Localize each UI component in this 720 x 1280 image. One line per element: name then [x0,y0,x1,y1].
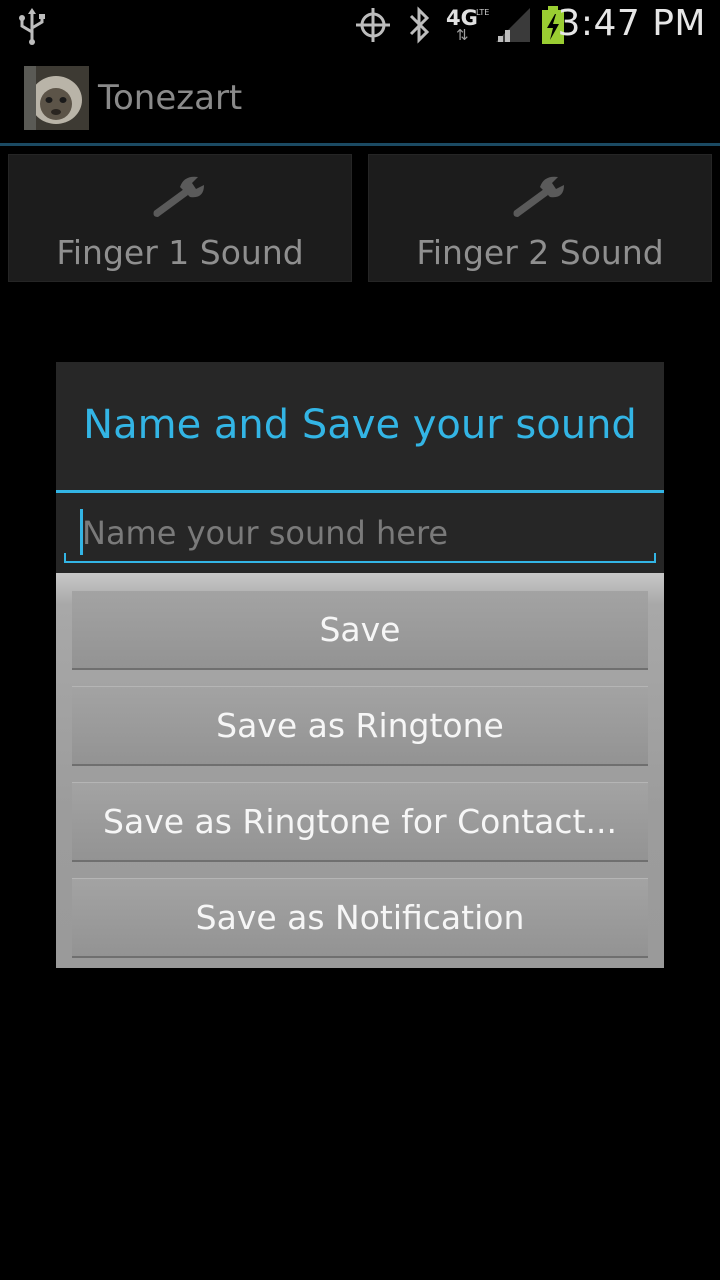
save-button[interactable]: Save [72,590,648,670]
save-as-ringtone-button[interactable]: Save as Ringtone [72,686,648,766]
input-underline-right-tick [654,553,656,563]
dialog-header: Name and Save your sound [56,362,664,490]
wrench-icon [513,176,564,217]
wrench-icon [153,176,204,217]
status-bar: 4G LTE ⇅ 3:47 PM [0,0,720,50]
action-bar-divider [0,143,720,146]
dialog-button-panel: Save Save as Ringtone Save as Ringtone f… [56,573,664,968]
save-as-notification-button[interactable]: Save as Notification [72,878,648,958]
sound-name-input[interactable] [64,503,656,563]
finger-2-sound-label: Finger 2 Sound [416,233,664,272]
data-arrows-icon: ⇅ [456,26,469,44]
network-4g-icon: 4G LTE ⇅ [446,6,492,46]
bluetooth-icon [409,6,430,44]
text-cursor [80,509,83,555]
dialog-input-area [56,493,664,573]
signal-icon [496,8,530,42]
app-title: Tonezart [98,78,243,118]
network-sub-label: LTE [476,8,490,17]
input-underline [64,561,656,563]
finger-2-sound-button[interactable]: Finger 2 Sound [368,154,712,282]
gps-icon [356,8,390,42]
monkey-avatar-icon [24,66,89,130]
app-icon[interactable] [24,66,89,130]
save-as-ringtone-for-contact-button[interactable]: Save as Ringtone for Contact... [72,782,648,862]
input-underline-left-tick [64,553,66,563]
usb-icon [19,8,45,45]
status-time: 3:47 PM [557,3,706,44]
finger-1-sound-button[interactable]: Finger 1 Sound [8,154,352,282]
dialog-title: Name and Save your sound [83,402,637,448]
finger-1-sound-label: Finger 1 Sound [56,233,304,272]
save-sound-dialog: Name and Save your sound Save Save as Ri… [56,362,664,968]
